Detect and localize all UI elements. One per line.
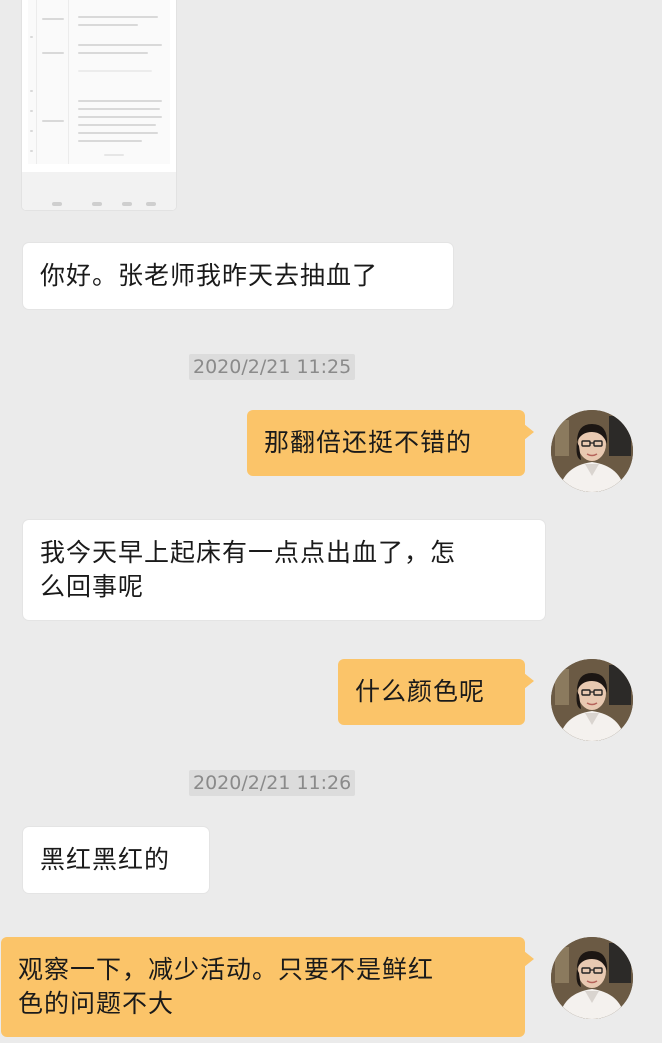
timestamp: 2020/2/21 11:25 — [189, 354, 356, 380]
chat-area: 你好。张老师我昨天去抽血了 2020/2/21 11:25 那翻倍还挺不错的 我… — [0, 0, 662, 1043]
message-line: 么回事呢 — [40, 572, 145, 601]
outgoing-message[interactable]: 什么颜色呢 — [338, 659, 534, 725]
message-text: 你好。张老师我昨天去抽血了 — [40, 261, 379, 290]
message-line: 色的问题不大 — [18, 989, 175, 1018]
message-text: 什么颜色呢 — [355, 677, 486, 706]
doctor-avatar-icon[interactable] — [551, 659, 633, 741]
message-line: 我今天早上起床有一点点出血了，怎 — [40, 538, 457, 567]
doctor-avatar-icon[interactable] — [551, 410, 633, 492]
image-toolbar — [22, 172, 176, 210]
image-message[interactable] — [22, 0, 176, 210]
incoming-message[interactable]: 黑红黑红的 — [23, 827, 209, 893]
timestamp: 2020/2/21 11:26 — [189, 770, 356, 796]
lab-report-thumbnail — [28, 0, 170, 164]
doctor-avatar-icon[interactable] — [551, 937, 633, 1019]
incoming-message[interactable]: 我今天早上起床有一点点出血了，怎 么回事呢 — [23, 520, 545, 620]
outgoing-message[interactable]: 那翻倍还挺不错的 — [247, 410, 534, 476]
outgoing-message[interactable]: 观察一下，减少活动。只要不是鲜红 色的问题不大 — [1, 937, 534, 1037]
message-line: 观察一下，减少活动。只要不是鲜红 — [18, 955, 435, 984]
message-text: 黑红黑红的 — [40, 845, 171, 874]
incoming-message[interactable]: 你好。张老师我昨天去抽血了 — [23, 243, 453, 309]
message-text: 那翻倍还挺不错的 — [264, 428, 473, 457]
